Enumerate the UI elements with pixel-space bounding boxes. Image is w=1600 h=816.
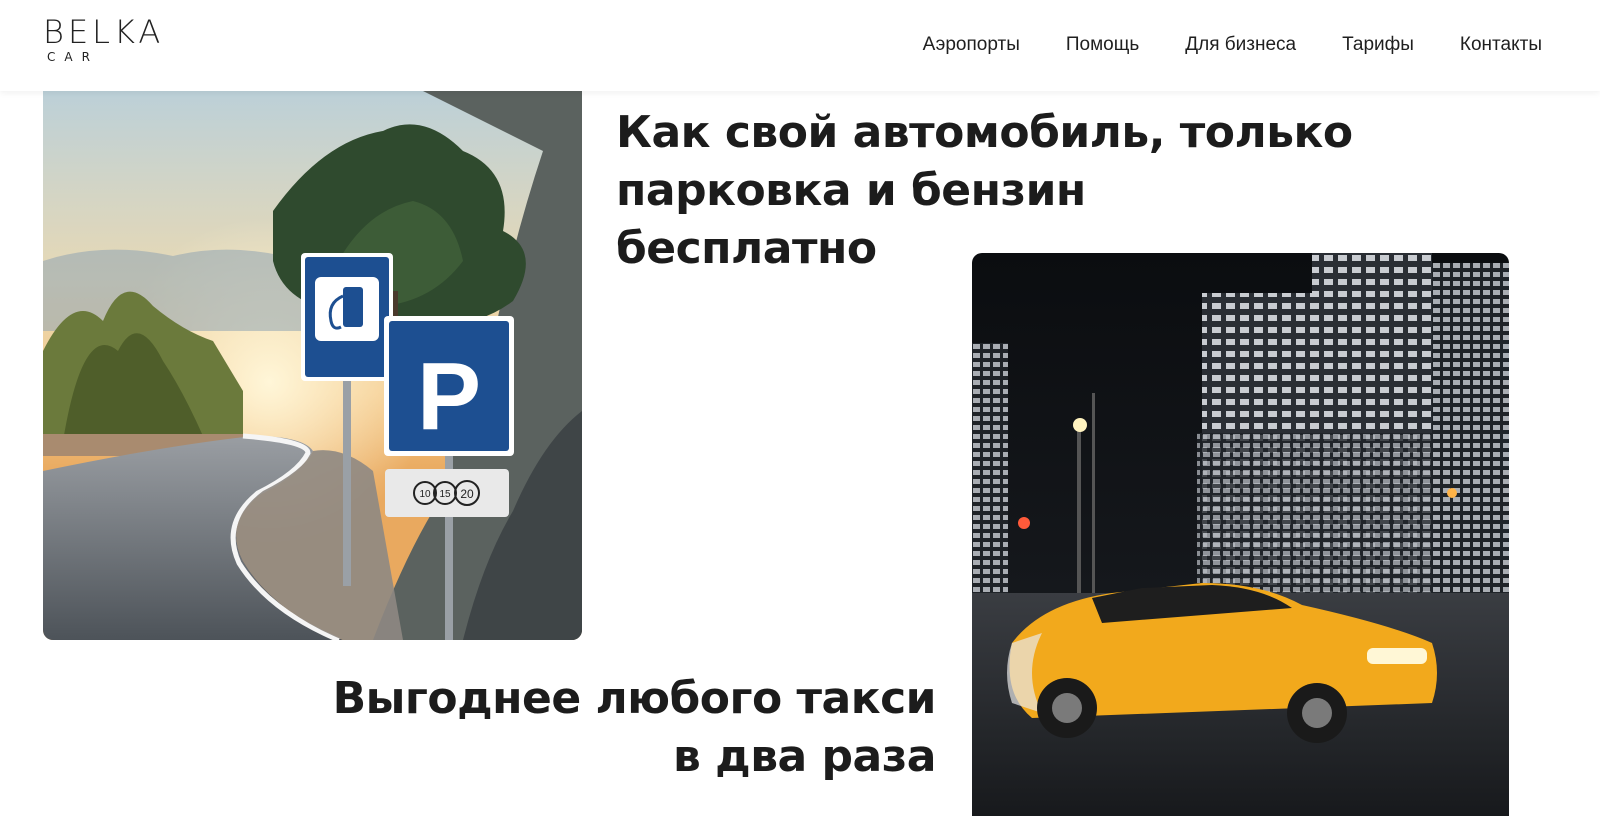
night-city-taxi-image <box>972 253 1509 816</box>
hero-heading-secondary: Выгоднее любого такси в два раза <box>300 670 937 786</box>
site-header: BELKA CAR Аэропорты Помощь Для бизнеса Т… <box>0 0 1600 91</box>
nav-link-contacts[interactable]: Контакты <box>1460 33 1542 57</box>
nav-link-help[interactable]: Помощь <box>1066 33 1139 57</box>
time-plate-10: 10 <box>419 489 431 500</box>
hero-heading-primary-line-1: Как свой автомобиль, только <box>616 107 1353 158</box>
nav-link-business[interactable]: Для бизнеса <box>1185 33 1296 57</box>
time-plate-15: 15 <box>439 489 451 500</box>
parking-sign-letter: P <box>417 343 481 450</box>
logo-text: BELKA <box>43 13 165 51</box>
logo-subtext: CAR <box>47 50 99 64</box>
time-plate-20: 20 <box>460 487 474 501</box>
hero-heading-secondary-line-2: в два раза <box>673 731 937 782</box>
logo[interactable]: BELKA CAR <box>43 14 164 64</box>
main-nav: Аэропорты Помощь Для бизнеса Тарифы Конт… <box>923 33 1542 57</box>
road-signs-image: P 10 15 20 <box>43 91 582 640</box>
hero-heading-primary: Как свой автомобиль, только парковка и б… <box>616 104 1356 278</box>
nav-link-airports[interactable]: Аэропорты <box>923 33 1020 57</box>
nav-link-tariffs[interactable]: Тарифы <box>1342 33 1414 57</box>
hero-heading-secondary-line-1: Выгоднее любого такси <box>332 673 937 724</box>
